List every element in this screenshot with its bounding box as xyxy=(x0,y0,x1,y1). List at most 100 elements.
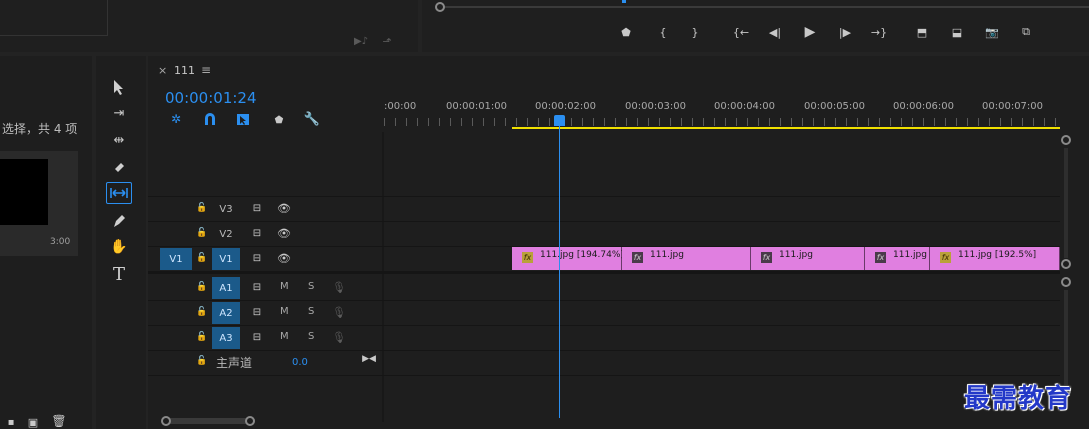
ruler-label: 00:00:01:00 xyxy=(446,101,508,112)
track-target-v2[interactable]: V2 xyxy=(212,223,240,245)
ruler-label: 00:00:03:00 xyxy=(625,101,687,112)
playhead-line[interactable] xyxy=(559,124,560,418)
timeline-clip[interactable]: fx 111.jpg [192.5%] xyxy=(930,247,1060,270)
sync-lock-icon[interactable]: ⊟ xyxy=(250,306,264,318)
tab-close-icon[interactable]: × xyxy=(158,64,167,77)
microphone-icon[interactable]: 🎙 xyxy=(332,280,346,294)
mute-button[interactable]: M xyxy=(280,281,289,292)
timeline-clip[interactable]: fx 111.jpg [194.74%] xyxy=(512,247,624,270)
microphone-icon[interactable]: 🎙 xyxy=(332,305,346,319)
track-target-a3[interactable]: A3 xyxy=(212,327,240,349)
video-scroll-track[interactable] xyxy=(1064,148,1068,258)
audio-scroll-track[interactable] xyxy=(1064,290,1068,385)
trash-icon[interactable]: 🗑 xyxy=(51,414,66,428)
clip-thumbnail[interactable] xyxy=(0,159,48,225)
timeline-clip[interactable]: fx 111.jpg xyxy=(865,247,930,270)
video-audio-divider xyxy=(148,271,1060,274)
solo-button[interactable]: S xyxy=(308,281,314,292)
sync-lock-icon[interactable]: ⊟ xyxy=(250,281,264,293)
add-marker-icon[interactable]: ⬟ xyxy=(617,24,635,40)
export-frame-icon[interactable]: 📷 xyxy=(983,24,1001,40)
tab-menu-icon[interactable]: ≡ xyxy=(201,63,211,77)
selection-tool-icon[interactable] xyxy=(108,76,130,98)
eye-icon[interactable]: 👁 xyxy=(277,252,291,265)
source-patch-v1[interactable]: V1 xyxy=(160,248,192,270)
solo-button[interactable]: S xyxy=(308,331,314,342)
audio-scroll-handle-top[interactable] xyxy=(1061,277,1071,287)
zoom-handle-right[interactable] xyxy=(245,416,255,426)
lift-icon[interactable]: ⬒ xyxy=(913,24,931,40)
track-divider xyxy=(148,221,1060,222)
ruler-label: 00:00:07:00 xyxy=(982,101,1044,112)
track-select-tool-icon[interactable]: ⇥ xyxy=(108,102,130,124)
track-header-divider xyxy=(382,132,384,422)
slip-tool-icon[interactable] xyxy=(106,182,132,204)
track-target-v1[interactable]: V1 xyxy=(212,248,240,270)
track-lock-icon[interactable]: 🔓 xyxy=(196,331,208,343)
playhead-timecode[interactable]: 00:00:01:24 xyxy=(165,89,257,107)
video-scroll-handle-bottom[interactable] xyxy=(1061,259,1071,269)
track-lock-icon[interactable]: 🔓 xyxy=(196,227,208,239)
comparison-view-icon[interactable]: ⧉ xyxy=(1017,24,1035,40)
clip-name: 111.jpg xyxy=(779,250,813,260)
microphone-icon[interactable]: 🎙 xyxy=(332,330,346,344)
track-lock-icon[interactable]: 🔓 xyxy=(196,202,208,214)
clip-name: 111.jpg xyxy=(893,250,927,260)
sequence-tab[interactable]: 111 xyxy=(174,64,195,77)
hand-tool-icon[interactable]: ✋ xyxy=(108,236,130,258)
video-scroll-handle-top[interactable] xyxy=(1061,135,1071,145)
new-item-icon[interactable]: ▪ xyxy=(4,416,18,428)
mark-in-icon[interactable]: { xyxy=(654,24,672,40)
eye-icon[interactable]: 👁 xyxy=(277,227,291,240)
export-audio-icon[interactable]: ▶♪ xyxy=(352,34,370,48)
new-bin-icon[interactable]: ▣ xyxy=(26,416,40,429)
eye-icon[interactable]: 👁 xyxy=(277,202,291,215)
sync-lock-icon[interactable]: ⊟ xyxy=(250,252,264,264)
work-area-bar[interactable] xyxy=(512,127,1060,129)
sync-lock-icon[interactable]: ⊟ xyxy=(250,227,264,239)
mark-out-icon[interactable]: } xyxy=(686,24,704,40)
track-lock-icon[interactable]: 🔓 xyxy=(196,252,208,264)
play-icon[interactable]: ▶ xyxy=(801,24,819,40)
mute-button[interactable]: M xyxy=(280,306,289,317)
clip-thumbnail-frame[interactable]: 3:00 xyxy=(0,151,78,256)
go-to-in-icon[interactable]: {← xyxy=(732,24,750,40)
clip-name: 111.jpg [192.5%] xyxy=(958,250,1037,260)
insert-icon[interactable]: ⬏ xyxy=(378,34,396,48)
master-volume-value[interactable]: 0.0 xyxy=(292,357,308,368)
timeline-clip[interactable]: fx 111.jpg xyxy=(622,247,751,270)
sync-lock-icon[interactable]: ⊟ xyxy=(250,331,264,343)
playhead-scrubber-bar[interactable] xyxy=(438,6,1089,8)
sync-lock-icon[interactable]: ⊟ xyxy=(250,202,264,214)
solo-button[interactable]: S xyxy=(308,306,314,317)
track-lock-icon[interactable]: 🔓 xyxy=(196,281,208,293)
tools-panel: ⇥ ⇹ ✋ T xyxy=(96,56,146,429)
track-lock-icon[interactable]: 🔓 xyxy=(196,306,208,318)
master-lock-icon[interactable]: 🔓 xyxy=(196,355,208,367)
clip-name: 111.jpg [194.74%] xyxy=(540,250,624,260)
razor-tool-icon[interactable] xyxy=(108,156,130,178)
scrubber-handle[interactable] xyxy=(435,2,445,12)
timeline-clip[interactable]: fx 111.jpg xyxy=(751,247,865,270)
step-back-icon[interactable]: ◀| xyxy=(766,24,784,40)
snap-icon[interactable] xyxy=(202,112,218,126)
extract-icon[interactable]: ⬓ xyxy=(948,24,966,40)
zoom-handle-left[interactable] xyxy=(161,416,171,426)
timeline-settings-icon[interactable]: 🔧 xyxy=(304,112,320,127)
nest-icon[interactable]: ✲ xyxy=(168,112,184,126)
linked-selection-icon[interactable] xyxy=(235,112,251,126)
ripple-edit-tool-icon[interactable]: ⇹ xyxy=(108,129,130,151)
type-tool-icon[interactable]: T xyxy=(108,263,130,285)
track-target-a1[interactable]: A1 xyxy=(212,277,240,299)
track-target-v3[interactable]: V3 xyxy=(212,198,240,220)
track-target-a2[interactable]: A2 xyxy=(212,302,240,324)
zoom-scrollbar[interactable] xyxy=(162,418,252,424)
step-forward-icon[interactable]: |▶ xyxy=(836,24,854,40)
add-marker-icon[interactable]: ⬟ xyxy=(272,113,286,127)
source-monitor-frame xyxy=(0,0,108,36)
master-pan-icon[interactable]: ▶◀ xyxy=(362,353,376,365)
mute-button[interactable]: M xyxy=(280,331,289,342)
go-to-out-icon[interactable]: →} xyxy=(870,24,888,40)
track-divider xyxy=(148,300,1060,301)
pen-tool-icon[interactable] xyxy=(108,210,130,232)
